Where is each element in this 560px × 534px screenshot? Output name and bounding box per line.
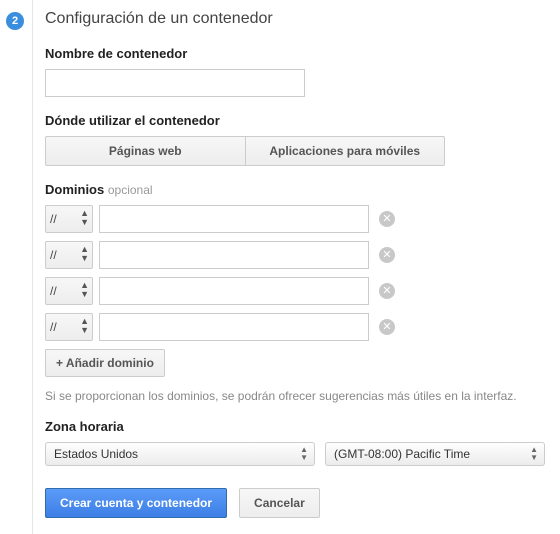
close-icon: ✕ bbox=[382, 213, 391, 225]
protocol-select[interactable]: // ▲▼ bbox=[45, 277, 93, 305]
add-domain-button[interactable]: + Añadir dominio bbox=[45, 349, 165, 377]
cancel-button[interactable]: Cancelar bbox=[239, 488, 320, 518]
domain-row: // ▲▼ ✕ bbox=[45, 241, 560, 269]
domain-input[interactable] bbox=[99, 241, 369, 269]
domains-hint: Si se proporcionan los dominios, se podr… bbox=[45, 389, 560, 403]
close-icon: ✕ bbox=[382, 249, 391, 261]
chevron-updown-icon: ▲▼ bbox=[80, 245, 88, 263]
step-badge: 2 bbox=[6, 12, 24, 30]
timezone-country-value: Estados Unidos bbox=[54, 447, 138, 461]
remove-domain-button[interactable]: ✕ bbox=[379, 211, 395, 227]
timezone-zone-value: (GMT-08:00) Pacific Time bbox=[334, 447, 470, 461]
protocol-value: // bbox=[50, 284, 57, 298]
domain-input[interactable] bbox=[99, 205, 369, 233]
protocol-value: // bbox=[50, 320, 57, 334]
domain-input[interactable] bbox=[99, 313, 369, 341]
usage-option-web[interactable]: Páginas web bbox=[45, 136, 245, 166]
page-title: Configuración de un contenedor bbox=[45, 10, 560, 28]
container-name-label: Nombre de contenedor bbox=[45, 46, 560, 61]
create-account-button[interactable]: Crear cuenta y contenedor bbox=[45, 488, 227, 518]
domain-row: // ▲▼ ✕ bbox=[45, 277, 560, 305]
chevron-updown-icon: ▲▼ bbox=[80, 281, 88, 299]
protocol-select[interactable]: // ▲▼ bbox=[45, 205, 93, 233]
close-icon: ✕ bbox=[382, 285, 391, 297]
domain-row: // ▲▼ ✕ bbox=[45, 205, 560, 233]
usage-label: Dónde utilizar el contenedor bbox=[45, 113, 560, 128]
usage-option-mobile[interactable]: Aplicaciones para móviles bbox=[245, 136, 446, 166]
chevron-updown-icon: ▲▼ bbox=[80, 209, 88, 227]
protocol-value: // bbox=[50, 248, 57, 262]
container-name-input[interactable] bbox=[45, 69, 305, 97]
timezone-label: Zona horaria bbox=[45, 419, 560, 434]
remove-domain-button[interactable]: ✕ bbox=[379, 247, 395, 263]
domains-label-text: Dominios bbox=[45, 182, 104, 197]
chevron-updown-icon: ▲▼ bbox=[80, 317, 88, 335]
chevron-updown-icon: ▲▼ bbox=[530, 446, 538, 462]
chevron-updown-icon: ▲▼ bbox=[300, 446, 308, 462]
protocol-select[interactable]: // ▲▼ bbox=[45, 313, 93, 341]
form-content: Configuración de un contenedor Nombre de… bbox=[32, 0, 560, 534]
domain-row: // ▲▼ ✕ bbox=[45, 313, 560, 341]
close-icon: ✕ bbox=[382, 321, 391, 333]
usage-segmented-control: Páginas web Aplicaciones para móviles bbox=[45, 136, 445, 166]
protocol-value: // bbox=[50, 212, 57, 226]
form-actions: Crear cuenta y contenedor Cancelar bbox=[45, 488, 560, 518]
timezone-country-select[interactable]: Estados Unidos ▲▼ bbox=[45, 442, 315, 466]
domain-input[interactable] bbox=[99, 277, 369, 305]
protocol-select[interactable]: // ▲▼ bbox=[45, 241, 93, 269]
timezone-zone-select[interactable]: (GMT-08:00) Pacific Time ▲▼ bbox=[325, 442, 545, 466]
remove-domain-button[interactable]: ✕ bbox=[379, 283, 395, 299]
domains-optional-text: opcional bbox=[108, 183, 153, 197]
remove-domain-button[interactable]: ✕ bbox=[379, 319, 395, 335]
domains-label: Dominios opcional bbox=[45, 182, 560, 197]
timezone-row: Estados Unidos ▲▼ (GMT-08:00) Pacific Ti… bbox=[45, 442, 560, 466]
